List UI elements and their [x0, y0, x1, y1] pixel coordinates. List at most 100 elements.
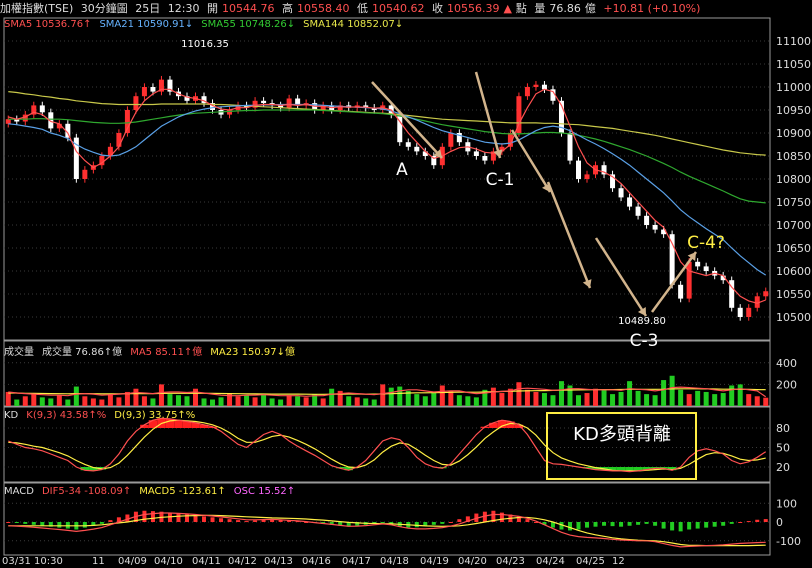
volume-bar — [167, 394, 173, 406]
macd-osc-bar — [602, 522, 607, 526]
wave-c4-label: C-4? — [687, 233, 725, 253]
volume-bar — [422, 396, 428, 406]
macd-tick-label: 0 — [776, 516, 783, 529]
candle-body — [533, 84, 539, 87]
volume-bar — [82, 396, 88, 406]
macd-osc-bar — [210, 517, 215, 522]
volume-bar — [439, 385, 445, 406]
x-tick-label: 04/18 — [380, 556, 409, 567]
macd-osc-bar — [23, 522, 28, 524]
volume-bar — [678, 389, 684, 406]
candle-body — [524, 87, 530, 97]
candle-body — [39, 105, 45, 113]
macd-osc-bar — [431, 522, 436, 525]
volume-bar — [31, 393, 37, 406]
volume-bar — [652, 395, 658, 406]
stock-chart[interactable]: 1110011050110001095010900108501080010750… — [0, 0, 812, 568]
volume-bar — [73, 386, 79, 406]
volume-bar — [473, 397, 479, 406]
macd-osc-bar — [636, 522, 641, 525]
x-tick-label: 11 — [92, 556, 105, 567]
macd-osc-bar — [755, 519, 760, 522]
macd-osc-bar — [610, 522, 615, 527]
price_legend-item: SMA5 10536.76↑ — [4, 19, 92, 30]
high-price-label: 11016.35 — [181, 39, 229, 50]
volume-bar — [39, 397, 45, 406]
candle-body — [652, 225, 658, 230]
candle-body — [227, 110, 233, 115]
volume-bar — [65, 399, 71, 406]
volume-bar — [414, 394, 420, 406]
volume-bar — [456, 395, 462, 406]
volume-bar — [14, 399, 20, 406]
volume-bar — [286, 395, 292, 406]
volume-bar — [141, 396, 147, 406]
macd-osc-bar — [712, 522, 717, 527]
candle-body — [678, 284, 684, 299]
volume-bar — [737, 384, 743, 406]
candle-body — [635, 206, 641, 216]
kd-divergence-label: KD多頭背離 — [573, 424, 671, 445]
volume-ma5-line — [8, 386, 767, 398]
candle-body — [584, 174, 590, 179]
volume_legend-item: MA23 150.97↓億 — [210, 347, 295, 358]
macd-osc-bar — [253, 520, 258, 522]
volume-bar — [686, 394, 692, 406]
volume-bar — [90, 398, 96, 406]
volume-bar — [584, 393, 590, 406]
volume-bar — [227, 393, 233, 406]
x-tick-label: 04/19 — [420, 556, 449, 567]
candle-body — [686, 261, 692, 299]
kd-tick-label: 80 — [776, 422, 790, 435]
macd-osc-bar — [721, 522, 726, 526]
volume-tick-label: 400 — [776, 357, 797, 370]
macd-osc-bar — [176, 513, 181, 522]
price_legend-item: SMA21 10590.91↓ — [99, 19, 194, 30]
y-tick-label: 10600 — [776, 265, 811, 278]
volume-bar — [346, 396, 352, 406]
y-tick-label: 10950 — [776, 104, 811, 117]
volume-bar — [380, 384, 386, 406]
kd_legend-item: KD — [4, 410, 19, 421]
y-tick-label: 10750 — [776, 196, 811, 209]
volume-bar — [431, 391, 437, 406]
wave-a-label: A — [396, 160, 408, 180]
volume-bar — [746, 394, 752, 406]
macd-osc-bar — [150, 511, 155, 522]
macd-osc-bar — [414, 522, 419, 528]
x-tick-label: 04/09 — [118, 556, 147, 567]
macd-osc-bar — [525, 519, 530, 522]
candle-body — [5, 119, 11, 124]
macd-osc-bar — [57, 522, 62, 528]
price_legend-item: SMA144 10852.07↓ — [303, 19, 404, 30]
macd-osc-bar — [380, 522, 385, 523]
volume-bar — [48, 398, 54, 406]
kd-tick-label: 50 — [776, 442, 790, 455]
volume-bar — [116, 397, 122, 406]
macd-osc-bar — [695, 522, 700, 529]
y-tick-label: 10550 — [776, 288, 811, 301]
candle-body — [150, 87, 156, 92]
volume-bar — [107, 394, 113, 406]
volume-bar — [729, 385, 735, 406]
macd-osc-bar — [576, 522, 581, 530]
y-tick-label: 10850 — [776, 150, 811, 163]
volume-bar — [465, 396, 471, 406]
volume_legend-item: 成交量 76.86↑億 — [42, 347, 123, 358]
volume-bar — [499, 393, 505, 406]
macd-osc-bar — [440, 522, 445, 524]
volume-bar — [695, 390, 701, 406]
candle-body — [482, 156, 488, 161]
macd-osc-bar — [219, 518, 224, 522]
candle-body — [541, 84, 547, 90]
macd-osc-bar — [653, 522, 658, 526]
candle-body — [261, 100, 267, 104]
volume-bar — [644, 394, 650, 406]
volume-bar — [712, 394, 718, 406]
macd-osc-bar — [644, 522, 649, 524]
volume-bar — [635, 390, 641, 406]
volume-bar — [244, 395, 250, 406]
macd-osc-bar — [746, 521, 751, 523]
macd-osc-bar — [619, 522, 624, 527]
volume-bar — [201, 398, 207, 406]
